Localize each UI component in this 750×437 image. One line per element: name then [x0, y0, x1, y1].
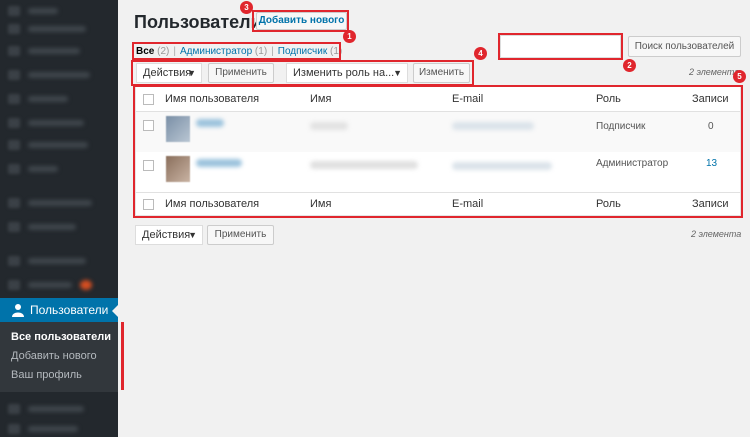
blurred-label: [28, 72, 90, 78]
blurred-label: [28, 200, 92, 206]
annotation-badge: 2: [623, 59, 636, 72]
annotation-frame-bulk-actions: [131, 60, 474, 86]
blurred-label: [28, 96, 68, 102]
blurred-label: [28, 166, 58, 172]
blurred-label: [28, 258, 86, 264]
blurred-label: [28, 426, 78, 432]
admin-sidebar: Пользователи Все пользователи Добавить н…: [0, 0, 118, 437]
dropdown-caret-icon: ▼: [188, 230, 197, 240]
submenu-all-users[interactable]: Все пользователи: [11, 331, 111, 343]
blurred-icon: [8, 24, 20, 34]
blurred-icon: [8, 140, 20, 150]
sidebar-item-label: Пользователи: [30, 303, 109, 317]
blurred-label: [28, 406, 84, 412]
annotation-frame-filters: [132, 42, 341, 60]
annotation-line-submenu: [121, 322, 124, 390]
sidebar-item[interactable]: [0, 192, 118, 214]
annotation-frame-search: [498, 33, 623, 60]
page-title: Пользователи: [134, 12, 262, 32]
blurred-icon: [8, 222, 20, 232]
blurred-icon: [8, 280, 20, 290]
sidebar-item[interactable]: [0, 134, 118, 156]
blurred-label: [28, 48, 80, 54]
sidebar-item[interactable]: [0, 398, 118, 420]
sidebar-item[interactable]: [0, 88, 118, 110]
blurred-label: [28, 26, 86, 32]
sidebar-item[interactable]: [0, 40, 118, 62]
blurred-icon: [8, 46, 20, 56]
blurred-icon: [8, 94, 20, 104]
blurred-icon: [8, 198, 20, 208]
sidebar-item[interactable]: [0, 64, 118, 86]
annotation-frame-add-new: [252, 10, 349, 32]
sidebar-submenu: Все пользователи Добавить нового Ваш про…: [0, 322, 118, 392]
blurred-icon: [8, 256, 20, 266]
annotation-badge: 1: [343, 30, 356, 43]
items-count-bottom: 2 элемента: [691, 229, 742, 239]
blurred-icon: [8, 118, 20, 128]
sidebar-item[interactable]: [0, 250, 118, 272]
bulk-actions-value: Действия: [142, 229, 191, 241]
current-menu-arrow: [112, 305, 118, 317]
blurred-label: [28, 142, 88, 148]
bulk-actions-select-bottom[interactable]: Действия ▼: [135, 225, 203, 245]
annotation-frame-table: [133, 85, 743, 218]
sidebar-item[interactable]: [0, 112, 118, 134]
sidebar-item[interactable]: [0, 274, 118, 296]
blurred-icon: [8, 6, 20, 16]
blurred-label: [28, 8, 58, 14]
blurred-label: [28, 224, 76, 230]
blurred-label: [28, 282, 72, 288]
sidebar-item[interactable]: [0, 18, 118, 40]
apply-button-bottom[interactable]: Применить: [207, 225, 274, 245]
update-badge: [80, 280, 92, 290]
annotation-badge: 5: [733, 70, 746, 83]
blurred-icon: [8, 164, 20, 174]
sidebar-item[interactable]: [0, 418, 118, 437]
blurred-icon: [8, 424, 20, 434]
search-users-button[interactable]: Поиск пользователей: [628, 36, 741, 57]
annotation-badge: 3: [240, 1, 253, 14]
blurred-icon: [8, 404, 20, 414]
annotation-badge: 4: [474, 47, 487, 60]
submenu-add-new[interactable]: Добавить нового: [11, 350, 97, 362]
sidebar-item[interactable]: [0, 158, 118, 180]
blurred-label: [28, 120, 84, 126]
submenu-your-profile[interactable]: Ваш профиль: [11, 369, 82, 381]
sidebar-item[interactable]: [0, 216, 118, 238]
items-count: 2 элемента: [689, 67, 740, 77]
sidebar-item-users[interactable]: Пользователи: [0, 298, 118, 322]
user-icon: [12, 304, 24, 317]
blurred-icon: [8, 70, 20, 80]
